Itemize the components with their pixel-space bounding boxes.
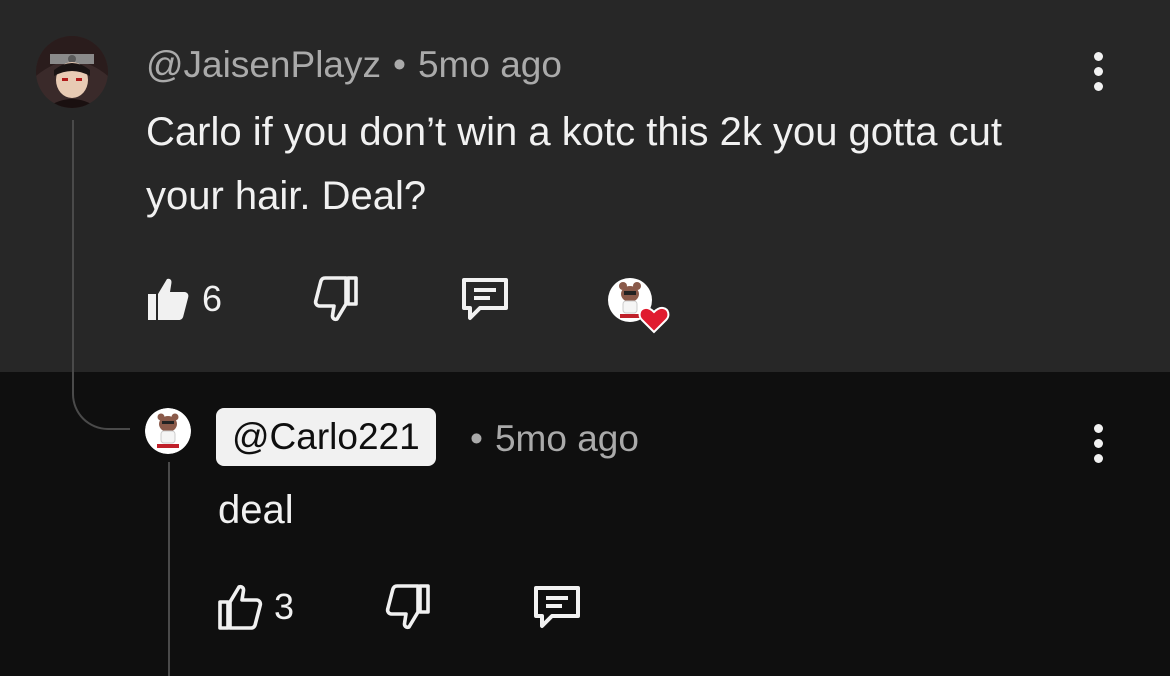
creator-heart-badge [608,276,672,334]
like-count: 6 [202,278,223,319]
comment-meta: @JaisenPlayz • 5mo ago [146,44,562,86]
reply-button[interactable] [458,276,512,324]
author-handle-pill[interactable]: @Carlo221 [216,408,436,466]
more-vertical-icon[interactable] [1088,52,1108,96]
reply-comment-icon [534,586,580,628]
thumbs-down-icon [385,584,430,630]
thumbs-up-icon [148,278,189,320]
reply-button[interactable] [530,584,584,632]
dislike-button[interactable] [312,276,360,322]
dislike-button[interactable] [384,584,432,630]
avatar-jaisenplayz[interactable] [36,36,108,108]
thread-connector-line [72,120,130,430]
reply-timestamp[interactable]: 5mo ago [495,418,639,459]
comment-author[interactable]: @JaisenPlayz [146,44,381,85]
reply-comment-icon [462,278,508,320]
comment-timestamp[interactable]: 5mo ago [418,44,562,85]
thumbs-up-icon [218,584,263,630]
like-button[interactable]: 6 [144,276,222,322]
like-count: 3 [274,586,295,627]
more-vertical-icon[interactable] [1088,424,1108,468]
meta-separator: • [470,418,483,459]
heart-icon [638,306,670,334]
thumbs-down-icon [313,276,358,322]
avatar-carlo221[interactable] [145,408,191,454]
reply-meta: • 5mo ago [470,418,639,460]
comment-text: Carlo if you don’t win a kotc this 2k yo… [146,110,1002,218]
reply-thread-line [168,462,170,676]
reply-text: deal [218,488,294,532]
meta-separator: • [393,44,406,85]
like-button[interactable]: 3 [216,584,294,630]
